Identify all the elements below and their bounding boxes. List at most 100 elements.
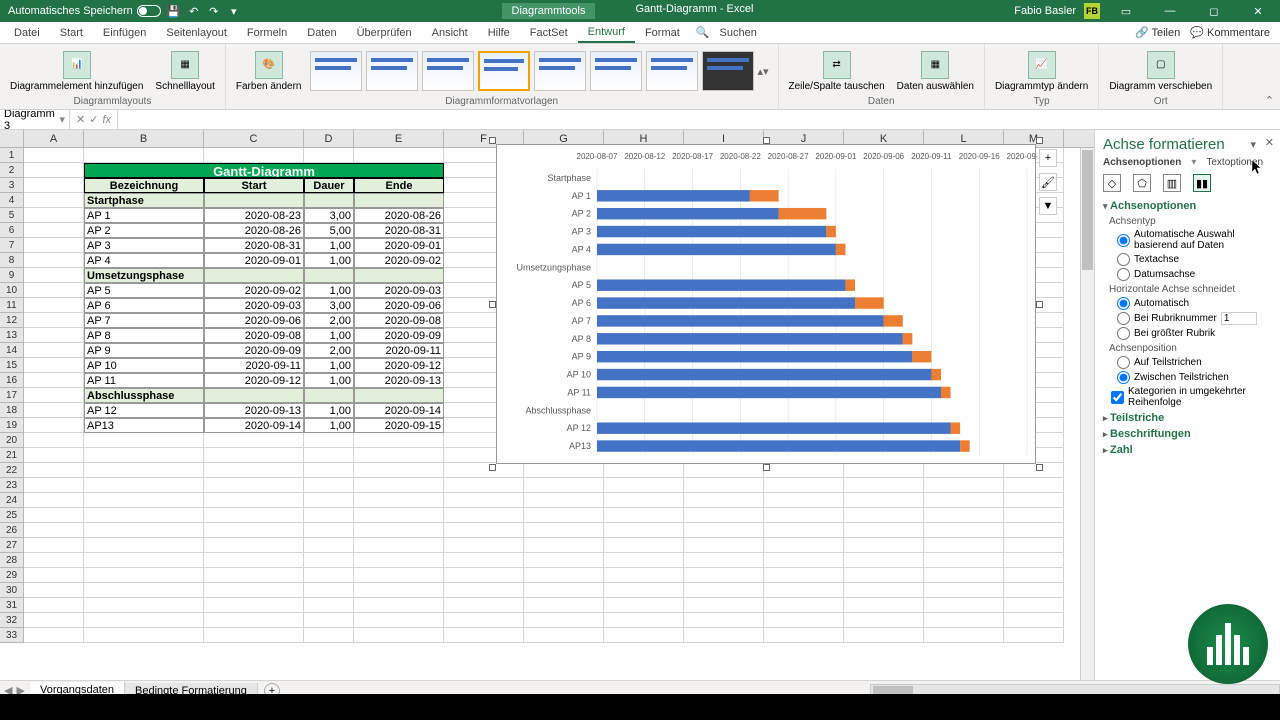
cell-A5[interactable] [24, 208, 84, 223]
cell-G23[interactable] [524, 478, 604, 493]
cell-D32[interactable] [304, 613, 354, 628]
cell-D22[interactable] [304, 463, 354, 478]
cell-D1[interactable] [304, 148, 354, 163]
cell-H24[interactable] [604, 493, 684, 508]
cell-E9[interactable] [354, 268, 444, 283]
share-button[interactable]: 🔗 Teilen [1135, 26, 1180, 39]
move-chart-button[interactable]: ▢Diagramm verschieben [1105, 49, 1216, 94]
cell-F23[interactable] [444, 478, 524, 493]
cell-B11[interactable]: AP 6 [84, 298, 204, 313]
quick-layout-button[interactable]: ▦Schnelllayout [151, 49, 218, 94]
row-header-26[interactable]: 26 [0, 523, 24, 538]
cell-B27[interactable] [84, 538, 204, 553]
ribbon-tab-start[interactable]: Start [50, 24, 93, 42]
cancel-formula-icon[interactable]: ✕ [76, 113, 85, 126]
cell-A24[interactable] [24, 493, 84, 508]
cell-K33[interactable] [844, 628, 924, 643]
cell-F29[interactable] [444, 568, 524, 583]
cell-C3[interactable]: Start [204, 178, 304, 193]
row-header-8[interactable]: 8 [0, 253, 24, 268]
cell-G26[interactable] [524, 523, 604, 538]
cell-M27[interactable] [1004, 538, 1064, 553]
ribbon-tab-hilfe[interactable]: Hilfe [478, 24, 520, 42]
cell-M22[interactable] [1004, 463, 1064, 478]
check-reverse-categories[interactable]: Kategorien in umgekehrter Reihenfolge [1111, 386, 1272, 408]
select-all-corner[interactable] [0, 130, 24, 147]
cell-C33[interactable] [204, 628, 304, 643]
cell-D8[interactable]: 1,00 [304, 253, 354, 268]
cell-E16[interactable]: 2020-09-13 [354, 373, 444, 388]
cell-B20[interactable] [84, 433, 204, 448]
cell-D12[interactable]: 2,00 [304, 313, 354, 328]
cell-I32[interactable] [684, 613, 764, 628]
cell-D6[interactable]: 5,00 [304, 223, 354, 238]
row-header-17[interactable]: 17 [0, 388, 24, 403]
cell-B29[interactable] [84, 568, 204, 583]
cell-A27[interactable] [24, 538, 84, 553]
ribbon-display-options-icon[interactable]: ▭ [1108, 0, 1144, 22]
cell-E22[interactable] [354, 463, 444, 478]
cell-C29[interactable] [204, 568, 304, 583]
cell-E18[interactable]: 2020-09-14 [354, 403, 444, 418]
cell-L22[interactable] [924, 463, 1004, 478]
cell-B6[interactable]: AP 2 [84, 223, 204, 238]
cell-E20[interactable] [354, 433, 444, 448]
cell-C28[interactable] [204, 553, 304, 568]
cell-E26[interactable] [354, 523, 444, 538]
cell-D11[interactable]: 3,00 [304, 298, 354, 313]
row-header-31[interactable]: 31 [0, 598, 24, 613]
ribbon-tab-entwurf[interactable]: Entwurf [578, 23, 635, 43]
cell-H25[interactable] [604, 508, 684, 523]
at-category-input[interactable] [1221, 312, 1257, 325]
ribbon-tab-einfügen[interactable]: Einfügen [93, 24, 156, 42]
name-box[interactable]: Diagramm 3▾ [0, 108, 70, 132]
cell-B24[interactable] [84, 493, 204, 508]
ribbon-tab-factset[interactable]: FactSet [520, 24, 578, 42]
cell-B4[interactable]: Startphase [84, 193, 204, 208]
cell-A30[interactable] [24, 583, 84, 598]
row-header-2[interactable]: 2 [0, 163, 24, 178]
cell-E17[interactable] [354, 388, 444, 403]
search-field[interactable]: Suchen [710, 24, 767, 42]
cell-L30[interactable] [924, 583, 1004, 598]
cell-L29[interactable] [924, 568, 1004, 583]
row-header-24[interactable]: 24 [0, 493, 24, 508]
radio-text-axis[interactable]: Textachse [1117, 253, 1272, 266]
radio-between-tickmarks[interactable]: Zwischen Teilstrichen [1117, 371, 1272, 384]
ribbon-tab-überprüfen[interactable]: Überprüfen [347, 24, 422, 42]
change-chart-type-button[interactable]: 📈Diagrammtyp ändern [991, 49, 1092, 94]
cell-D33[interactable] [304, 628, 354, 643]
pane-tab-axis-options[interactable]: Achsenoptionen [1103, 157, 1181, 168]
cell-C4[interactable] [204, 193, 304, 208]
cell-B22[interactable] [84, 463, 204, 478]
autosave-toggle[interactable]: Automatisches Speichern [8, 5, 161, 17]
cell-D7[interactable]: 1,00 [304, 238, 354, 253]
cell-H27[interactable] [604, 538, 684, 553]
effects-icon[interactable]: ⬠ [1133, 174, 1151, 192]
cell-G22[interactable] [524, 463, 604, 478]
row-header-4[interactable]: 4 [0, 193, 24, 208]
cell-F33[interactable] [444, 628, 524, 643]
cell-C15[interactable]: 2020-09-11 [204, 358, 304, 373]
cell-I22[interactable] [684, 463, 764, 478]
chart-elements-button[interactable]: + [1039, 149, 1057, 167]
cell-A32[interactable] [24, 613, 84, 628]
row-header-20[interactable]: 20 [0, 433, 24, 448]
cell-D17[interactable] [304, 388, 354, 403]
cell-C14[interactable]: 2020-09-09 [204, 343, 304, 358]
row-header-11[interactable]: 11 [0, 298, 24, 313]
cell-G31[interactable] [524, 598, 604, 613]
style-gallery-more[interactable]: ▴▾ [758, 65, 772, 78]
cell-L33[interactable] [924, 628, 1004, 643]
cell-B1[interactable] [84, 148, 204, 163]
cell-G33[interactable] [524, 628, 604, 643]
row-header-10[interactable]: 10 [0, 283, 24, 298]
cell-F27[interactable] [444, 538, 524, 553]
cell-A14[interactable] [24, 343, 84, 358]
cell-B12[interactable]: AP 7 [84, 313, 204, 328]
ribbon-tab-daten[interactable]: Daten [297, 24, 346, 42]
cell-H30[interactable] [604, 583, 684, 598]
fx-icon[interactable]: fx [102, 114, 111, 126]
cell-E12[interactable]: 2020-09-08 [354, 313, 444, 328]
pane-options-icon[interactable]: ▾ [1250, 138, 1256, 151]
